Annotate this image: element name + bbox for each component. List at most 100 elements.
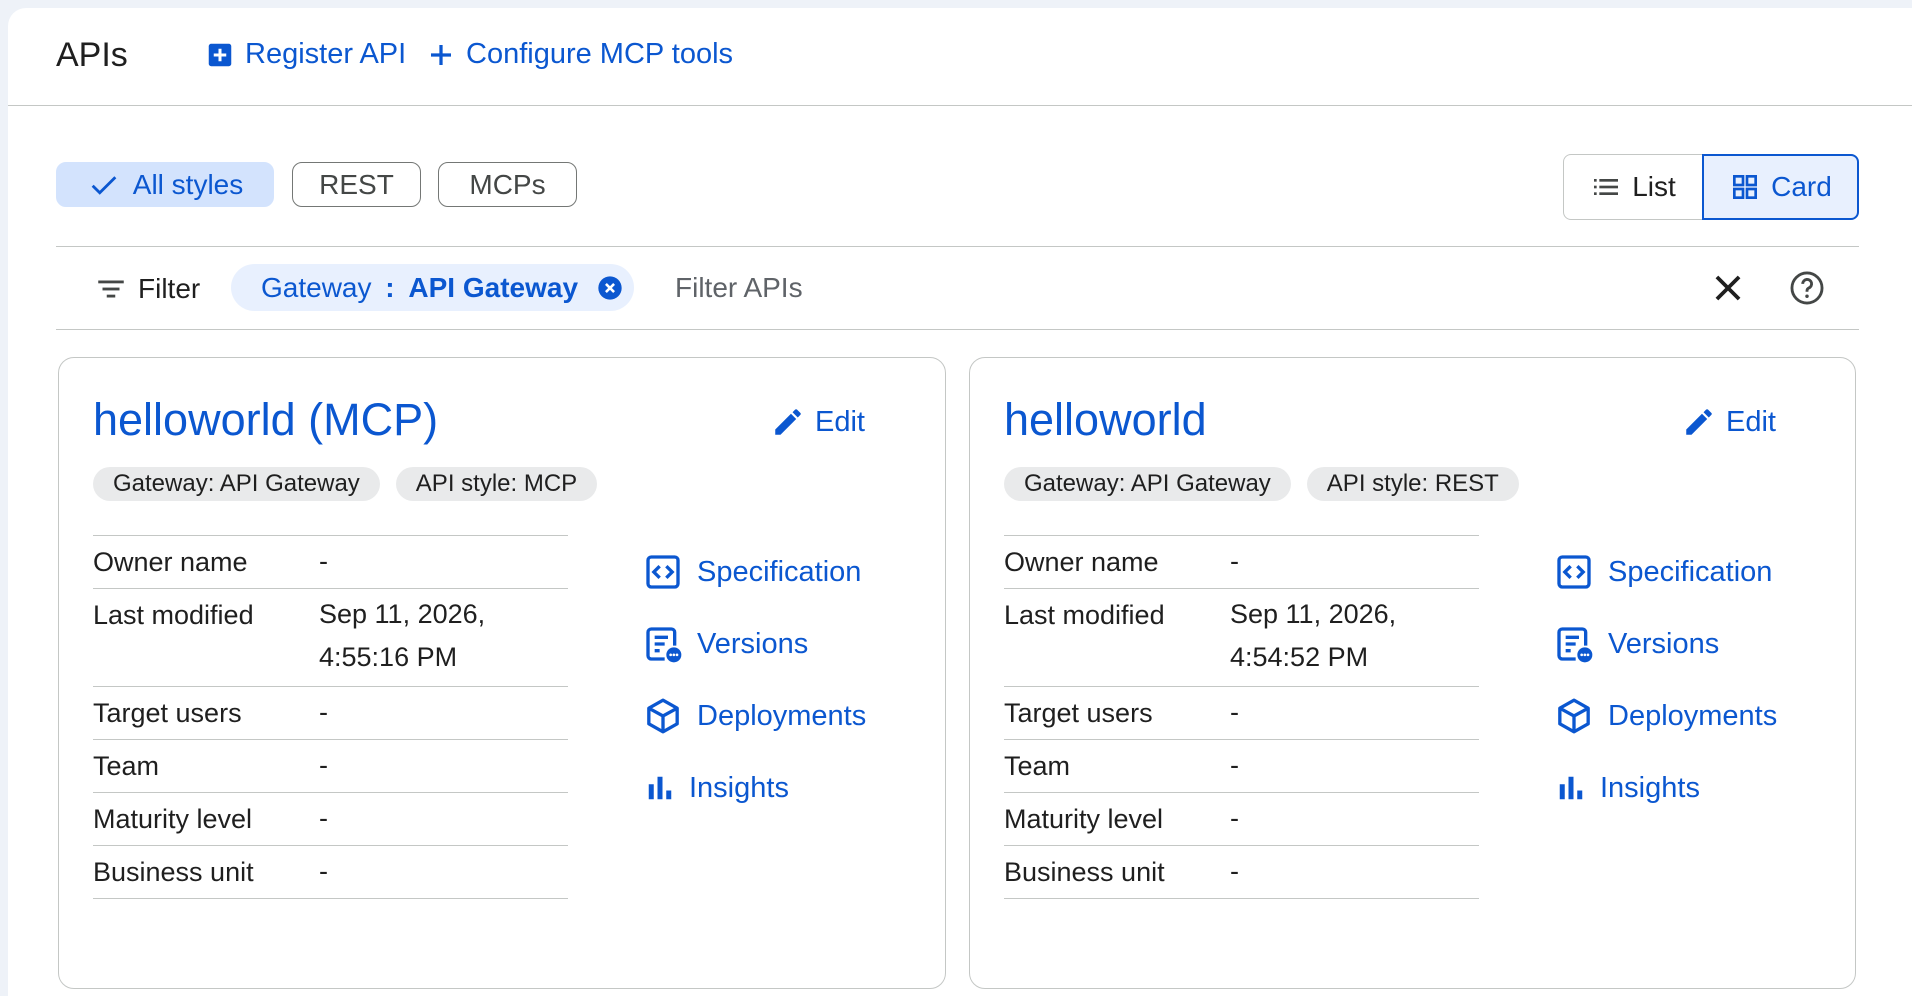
register-api-button[interactable]: Register API (205, 38, 406, 71)
insights-link[interactable]: Insights (1554, 763, 1777, 813)
detail-row-last-modified: Last modified Sep 11, 2026, 4:55:16 PM (93, 589, 568, 687)
view-card-button[interactable]: Card (1702, 154, 1859, 220)
detail-label: Owner name (93, 547, 248, 577)
configure-mcp-tools-button[interactable]: Configure MCP tools (426, 38, 733, 71)
detail-value: Sep 11, 2026, 4:55:16 PM (319, 599, 486, 672)
details-table: Owner name - Last modified Sep 11, 2026,… (1004, 535, 1479, 899)
insights-label: Insights (1600, 771, 1700, 804)
cancel-circle-icon[interactable] (596, 274, 624, 302)
detail-label: Business unit (1004, 857, 1165, 887)
detail-value: - (319, 803, 328, 833)
detail-label: Last modified (1004, 600, 1165, 630)
chip-all-styles-label: All styles (132, 168, 244, 200)
detail-value: - (319, 750, 328, 780)
detail-value: - (319, 546, 328, 576)
filter-apis-input[interactable] (673, 265, 1377, 311)
detail-row-last-modified: Last modified Sep 11, 2026, 4:54:52 PM (1004, 589, 1479, 687)
check-icon (91, 175, 117, 195)
filter-bar: Filter Gateway : API Gateway (56, 246, 1859, 330)
page-header: APIs Register API Configure MCP tools (8, 8, 1912, 106)
filter-chip-separator: : (377, 271, 403, 303)
filter-label: Filter (138, 273, 201, 304)
detail-label: Maturity level (93, 804, 253, 834)
filter-chip-key: Gateway (261, 271, 372, 303)
view-list-button[interactable]: List (1563, 154, 1703, 220)
bar-chart-icon (648, 776, 672, 800)
chip-mcps-label: MCPs (469, 168, 546, 200)
main-panel: APIs Register API Configure MCP tools Al… (8, 8, 1912, 996)
chip-rest[interactable]: REST (292, 162, 421, 207)
detail-value: - (1230, 803, 1239, 833)
detail-label: Team (1004, 751, 1071, 781)
tag-list: Gateway: API Gateway API style: REST (1004, 467, 1519, 501)
api-style-tag: API style: MCP (395, 467, 598, 501)
deployments-label: Deployments (697, 699, 867, 732)
specification-link[interactable]: Specification (1554, 547, 1777, 597)
help-icon[interactable] (1788, 269, 1826, 307)
detail-label: Last modified (93, 600, 254, 630)
detail-label: Team (93, 751, 160, 781)
versions-icon (1557, 627, 1593, 663)
bar-chart-icon (1559, 776, 1583, 800)
pencil-icon (1686, 409, 1712, 435)
detail-row-business-unit: Business unit - (93, 846, 568, 899)
versions-link[interactable]: Versions (643, 619, 866, 669)
filter-chip-value: API Gateway (408, 271, 579, 303)
code-icon (646, 555, 680, 589)
detail-row-owner: Owner name - (1004, 536, 1479, 589)
cube-icon (647, 698, 679, 734)
cube-icon (1558, 698, 1590, 734)
versions-label: Versions (697, 627, 809, 660)
detail-row-target-users: Target users - (93, 687, 568, 740)
api-card-title[interactable]: helloworld (MCP) (93, 394, 438, 446)
deployments-link[interactable]: Deployments (643, 691, 866, 741)
tag-list: Gateway: API Gateway API style: MCP (93, 467, 598, 501)
detail-value: - (1230, 750, 1239, 780)
detail-value: - (319, 856, 328, 886)
detail-value: - (1230, 856, 1239, 886)
grid-icon (1733, 175, 1758, 199)
detail-row-target-users: Target users - (1004, 687, 1479, 740)
detail-label: Maturity level (1004, 804, 1164, 834)
specification-label: Specification (697, 555, 862, 588)
active-filter-chip[interactable]: Gateway : API Gateway (231, 264, 635, 311)
api-style-tag: API style: REST (1306, 467, 1519, 501)
chip-all-styles[interactable]: All styles (56, 162, 274, 207)
card-links: Specification Versions Deployments Insig… (1554, 547, 1777, 835)
detail-label: Target users (93, 698, 242, 728)
api-card: helloworld (MCP) Edit Gateway: API Gatew… (58, 357, 946, 989)
edit-label: Edit (815, 405, 865, 438)
filter-button[interactable]: Filter (94, 272, 200, 306)
edit-button[interactable]: Edit (771, 405, 865, 439)
detail-label: Target users (1004, 698, 1153, 728)
gateway-tag: Gateway: API Gateway (1004, 467, 1291, 501)
chip-mcps[interactable]: MCPs (438, 162, 577, 207)
versions-icon (646, 627, 682, 663)
insights-link[interactable]: Insights (643, 763, 866, 813)
deployments-link[interactable]: Deployments (1554, 691, 1777, 741)
card-links: Specification Versions Deployments Insig… (643, 547, 866, 835)
detail-label: Business unit (93, 857, 254, 887)
versions-label: Versions (1608, 627, 1720, 660)
detail-row-team: Team - (93, 740, 568, 793)
api-card: helloworld Edit Gateway: API Gateway API… (969, 357, 1856, 989)
specification-link[interactable]: Specification (643, 547, 866, 597)
deployments-label: Deployments (1608, 699, 1778, 732)
close-icon[interactable] (1709, 269, 1747, 307)
detail-row-maturity-level: Maturity level - (1004, 793, 1479, 846)
pencil-icon (775, 409, 801, 435)
list-icon (1594, 179, 1619, 195)
versions-link[interactable]: Versions (1554, 619, 1777, 669)
detail-row-team: Team - (1004, 740, 1479, 793)
view-card-label: Card (1771, 171, 1832, 202)
filter-icon (98, 280, 124, 298)
chip-rest-label: REST (319, 168, 394, 200)
edit-label: Edit (1726, 405, 1776, 438)
api-card-title[interactable]: helloworld (1004, 394, 1207, 446)
gateway-tag: Gateway: API Gateway (93, 467, 380, 501)
detail-value: - (319, 697, 328, 727)
detail-row-owner: Owner name - (93, 536, 568, 589)
configure-mcp-tools-label: Configure MCP tools (466, 38, 734, 70)
edit-button[interactable]: Edit (1682, 405, 1776, 439)
view-list-label: List (1632, 171, 1676, 202)
